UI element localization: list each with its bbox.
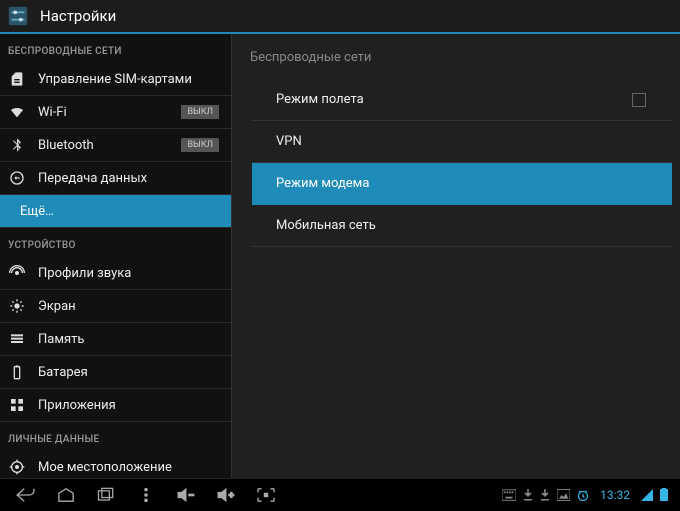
- settings-icon: [6, 4, 30, 28]
- status-tray[interactable]: 13:32: [502, 488, 674, 502]
- sidebar-item-label: Мое местоположение: [38, 460, 223, 475]
- sidebar-item-audio[interactable]: Профили звука: [0, 257, 231, 290]
- display-icon: [8, 297, 26, 315]
- nav-back-button[interactable]: [6, 479, 46, 511]
- sidebar-item-label: Передача данных: [38, 171, 223, 186]
- sidebar-item-display[interactable]: Экран: [0, 290, 231, 323]
- nav-recent-button[interactable]: [86, 479, 126, 511]
- sidebar-item-battery[interactable]: Батарея: [0, 356, 231, 389]
- sidebar-item-label: Ещё…: [20, 204, 223, 219]
- battery-status-icon: [660, 488, 668, 501]
- nav-menu-button[interactable]: [126, 479, 166, 511]
- download-icon: [540, 489, 550, 501]
- sidebar-item-location[interactable]: Мое местоположение: [0, 451, 231, 478]
- pane-item-airplane[interactable]: Режим полета: [252, 79, 672, 121]
- sidebar-item-wifi[interactable]: Wi-Fi ВЫКЛ: [0, 96, 231, 129]
- pane-item-label: Мобильная сеть: [276, 218, 648, 233]
- nav-volume-down-button[interactable]: [166, 479, 206, 511]
- pane-item-vpn[interactable]: VPN: [252, 121, 672, 163]
- nav-volume-up-button[interactable]: [206, 479, 246, 511]
- sidebar-item-label: Экран: [38, 299, 223, 314]
- pane-item-tether[interactable]: Режим модема: [252, 163, 672, 205]
- sim-icon: [8, 70, 26, 88]
- battery-icon: [8, 363, 26, 381]
- alarm-icon: [577, 489, 589, 501]
- pane-item-mobile[interactable]: Мобильная сеть: [252, 205, 672, 247]
- sidebar-item-label: Wi-Fi: [38, 105, 181, 120]
- sidebar-item-storage[interactable]: Память: [0, 323, 231, 356]
- content-row: БЕСПРОВОДНЫЕ СЕТИ Управление SIM-картами…: [0, 34, 680, 478]
- storage-icon: [8, 330, 26, 348]
- wifi-icon: [8, 103, 26, 121]
- pane-item-label: VPN: [276, 134, 648, 149]
- sidebar-item-label: Приложения: [38, 398, 223, 413]
- header-title: Настройки: [40, 7, 116, 25]
- pane-item-label: Режим модема: [276, 176, 648, 191]
- signal-icon: [641, 489, 653, 501]
- sidebar-item-label: Батарея: [38, 365, 223, 380]
- wifi-state-pill[interactable]: ВЫКЛ: [181, 105, 219, 119]
- pane-item-label: Режим полета: [276, 92, 632, 107]
- keyboard-icon: [502, 489, 516, 501]
- bluetooth-icon: [8, 136, 26, 154]
- sidebar-item-label: Профили звука: [38, 266, 223, 281]
- apps-icon: [8, 396, 26, 414]
- sidebar-item-more[interactable]: Ещё…: [0, 195, 231, 228]
- data-icon: [8, 169, 26, 187]
- settings-screen: Настройки БЕСПРОВОДНЫЕ СЕТИ Управление S…: [0, 0, 680, 510]
- sidebar: БЕСПРОВОДНЫЕ СЕТИ Управление SIM-картами…: [0, 34, 232, 478]
- pane-header: Беспроводные сети: [232, 34, 680, 79]
- nav-screenshot-button[interactable]: [246, 479, 286, 511]
- detail-pane: Беспроводные сети Режим полета VPN Режим…: [232, 34, 680, 478]
- nav-home-button[interactable]: [46, 479, 86, 511]
- airplane-checkbox[interactable]: [632, 93, 646, 107]
- location-icon: [8, 458, 26, 476]
- sidebar-item-label: Память: [38, 332, 223, 347]
- bluetooth-state-pill[interactable]: ВЫКЛ: [181, 138, 219, 152]
- audio-icon: [8, 264, 26, 282]
- section-personal-label: ЛИЧНЫЕ ДАННЫЕ: [0, 422, 231, 451]
- picture-icon: [557, 489, 570, 501]
- section-wireless-label: БЕСПРОВОДНЫЕ СЕТИ: [0, 34, 231, 63]
- sidebar-item-data[interactable]: Передача данных: [0, 162, 231, 195]
- download-icon: [523, 489, 533, 501]
- sidebar-item-apps[interactable]: Приложения: [0, 389, 231, 422]
- header-bar: Настройки: [0, 0, 680, 34]
- status-time: 13:32: [600, 488, 630, 502]
- section-device-label: УСТРОЙСТВО: [0, 228, 231, 257]
- sidebar-item-sim[interactable]: Управление SIM-картами: [0, 63, 231, 96]
- nav-bar: 13:32: [0, 478, 680, 510]
- sidebar-item-label: Bluetooth: [38, 138, 181, 153]
- sidebar-item-bluetooth[interactable]: Bluetooth ВЫКЛ: [0, 129, 231, 162]
- sidebar-item-label: Управление SIM-картами: [38, 72, 223, 87]
